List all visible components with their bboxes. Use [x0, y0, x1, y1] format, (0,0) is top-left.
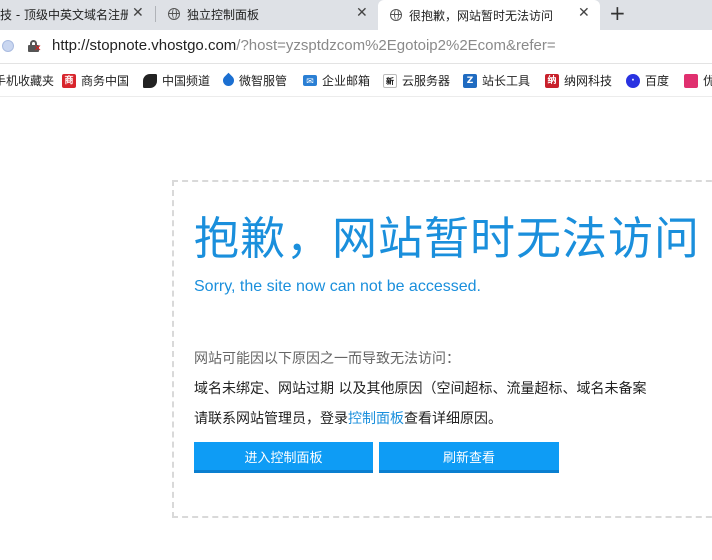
tab-domain-registration[interactable]: 技 - 顶级中英文域名注册 ✕	[0, 0, 150, 28]
bookmark-label: 纳网科技	[564, 74, 613, 88]
reason-intro: 网站可能因以下原因之一而导致无法访问：	[194, 351, 460, 367]
xinnet-icon: 新	[383, 73, 397, 88]
page-title: 抱歉，网站暂时无法访问	[194, 212, 701, 265]
url-query: /?host=yzsptdzcom%2Egotoip2%2Ecom&refer=	[236, 37, 556, 54]
bookmark-weizhi[interactable]: 微智服管	[220, 72, 288, 89]
tab-site-unavailable[interactable]: 很抱歉，网站暂时无法访问 ✕	[378, 0, 600, 30]
bookmark-label: 商务中国	[81, 74, 130, 88]
control-panel-link[interactable]: 控制面板	[348, 411, 404, 427]
bookmark-cloud-server[interactable]: 新 云服务器	[383, 72, 450, 89]
bookmark-baidu[interactable]: · 百度	[626, 72, 669, 89]
contact-prefix: 请联系网站管理员，登录	[194, 411, 348, 427]
baidu-paw-icon: ·	[626, 73, 640, 88]
url-host: http://stopnote.vhostgo.com	[52, 37, 237, 54]
chinaz-icon: Z	[463, 73, 477, 88]
contact-text: 请联系网站管理员，登录控制面板查看详细原因。	[194, 408, 502, 428]
bookmark-label: 微智服管	[239, 74, 288, 88]
bookmark-label: 云服务器	[402, 74, 451, 88]
enter-control-panel-button[interactable]: 进入控制面板	[194, 442, 373, 473]
close-icon[interactable]: ✕	[132, 5, 144, 21]
bookmark-webmaster-tools[interactable]: Z 站长工具	[463, 72, 530, 89]
insecure-lock-icon[interactable]: ✕	[28, 40, 42, 54]
bookmark-label: 百度	[645, 74, 670, 88]
refresh-button[interactable]: 刷新查看	[379, 442, 559, 473]
globe-icon	[390, 9, 402, 21]
chinaface-icon	[143, 73, 157, 88]
naw-icon: 纳	[545, 73, 559, 88]
globe-icon	[168, 8, 180, 20]
tab-bar: 技 - 顶级中英文域名注册 ✕ 独立控制面板 ✕ 很抱歉，网站暂时无法访问 ✕ …	[0, 0, 712, 30]
tab-title: 独立控制面板	[187, 7, 260, 22]
bookmark-label: 中国频道	[162, 74, 211, 88]
reason-detail: 域名未绑定、网站过期 以及其他原因（空间超标、流量超标、域名未备案	[194, 381, 647, 397]
bookmark-label: 优	[703, 72, 712, 89]
new-tab-button[interactable]: +	[609, 1, 626, 25]
bookmark-nawang[interactable]: 纳 纳网科技	[545, 72, 612, 89]
tab-control-panel[interactable]: 独立控制面板 ✕	[168, 0, 373, 28]
address-bar[interactable]: ✕ http://stopnote.vhostgo.com/?host=yzsp…	[0, 30, 712, 64]
bookmark-label: 站长工具	[482, 74, 531, 88]
bookmark-label: 企业邮箱	[322, 74, 371, 88]
bookmark-you[interactable]: 优	[684, 72, 712, 89]
bookmark-enterprise-mail[interactable]: ✉ 企业邮箱	[303, 72, 370, 89]
shangwu-icon: 商	[62, 73, 76, 88]
close-icon[interactable]: ✕	[578, 5, 590, 21]
bookmarks-bar: 手机收藏夹 商 商务中国 中国频道 微智服管 ✉ 企业邮箱 新 云服务器 Z 站…	[0, 65, 712, 97]
close-icon[interactable]: ✕	[356, 5, 368, 21]
you-icon	[684, 73, 698, 88]
mail-icon: ✉	[303, 75, 317, 87]
bookmark-mobile-favorites[interactable]: 手机收藏夹	[0, 72, 54, 89]
url-field[interactable]: http://stopnote.vhostgo.com/?host=yzsptd…	[52, 37, 556, 54]
page-subtitle: Sorry, the site now can not be accessed.	[194, 278, 481, 295]
tab-title: 技 - 顶级中英文域名注册	[0, 7, 128, 22]
profile-icon[interactable]	[2, 40, 14, 52]
bookmark-label: 手机收藏夹	[0, 74, 55, 88]
bookmark-shangwu[interactable]: 商 商务中国	[62, 72, 129, 89]
bookmark-china-channel[interactable]: 中国频道	[143, 72, 210, 89]
tab-separator	[155, 6, 156, 22]
tab-title: 很抱歉，网站暂时无法访问	[409, 8, 554, 23]
contact-suffix: 查看详细原因。	[404, 411, 502, 427]
drop-icon	[220, 72, 237, 89]
